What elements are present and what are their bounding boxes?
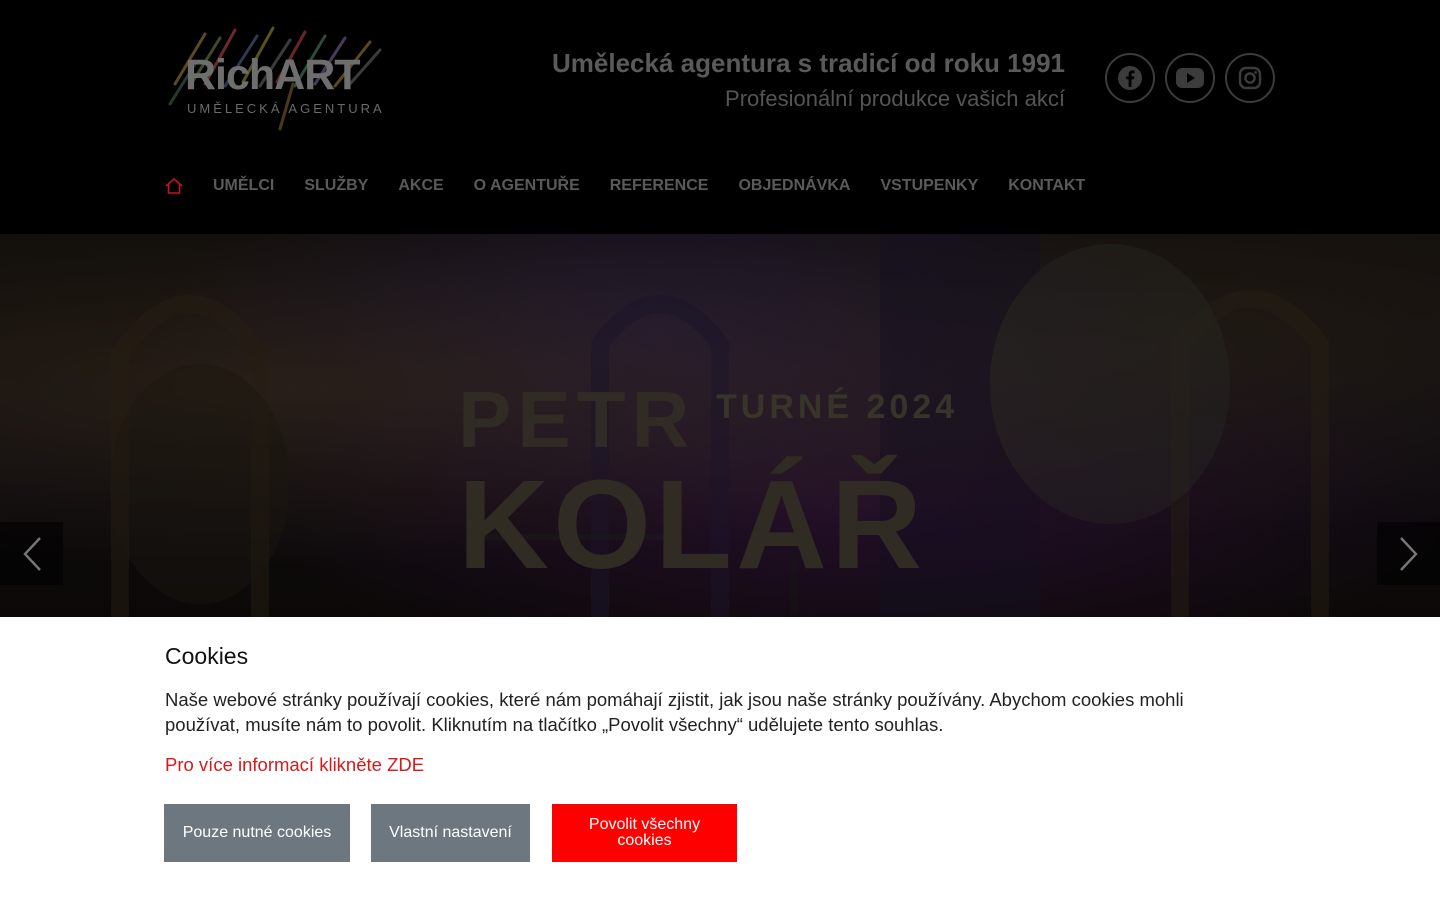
logo[interactable]: RichART UMĚLECKÁ AGENTURA [165,24,387,134]
chevron-left-icon [22,536,41,571]
slider-next-button[interactable] [1377,522,1440,585]
youtube-button[interactable] [1165,53,1215,103]
logo-wordmark: RichART [185,51,361,99]
instagram-icon [1238,66,1262,90]
instagram-button[interactable] [1225,53,1275,103]
hero-slider: PETR TURNÉ 2024 KOLÁŘ [0,234,1440,617]
youtube-icon [1176,68,1204,88]
nav-item-kontakt[interactable]: KONTAKT [1008,177,1085,195]
nav-home[interactable] [165,177,183,195]
nav-item-akce[interactable]: AKCE [398,177,443,195]
cookie-more-info-link[interactable]: Pro více informací klikněte ZDE [165,754,424,776]
cookie-consent-bar: Cookies Naše webové stránky používají co… [0,617,1440,900]
nav-item-vstupenky[interactable]: VSTUPENKY [880,177,978,195]
nav-item-reference[interactable]: REFERENCE [610,177,709,195]
tagline-sub: Profesionální produkce vašich akcí [725,86,1065,111]
facebook-button[interactable] [1105,53,1155,103]
nav-item-sluzby[interactable]: SLUŽBY [304,177,368,195]
cookie-description: Naše webové stránky používají cookies, k… [165,689,1184,735]
slider-prev-button[interactable] [0,522,63,585]
nav-item-objednavka[interactable]: OBJEDNÁVKA [738,177,850,195]
chevron-right-icon [1399,536,1418,571]
nav-item-umelci[interactable]: UMĚLCI [213,177,274,195]
necessary-cookies-button[interactable]: Pouze nutné cookies [164,804,350,862]
page: RichART UMĚLECKÁ AGENTURA Umělecká agent… [0,0,1440,900]
tagline: Umělecká agentura s tradicí od roku 1991… [552,46,1065,116]
logo-subtitle: UMĚLECKÁ AGENTURA [187,101,385,116]
facebook-icon [1118,66,1142,90]
custom-settings-button[interactable]: Vlastní nastavení [371,804,530,862]
accept-all-cookies-button[interactable]: Povolit všechny cookies [552,804,737,862]
site-header: RichART UMĚLECKÁ AGENTURA Umělecká agent… [0,0,1440,234]
cookie-title: Cookies [165,643,249,669]
nav-item-o-agenture[interactable]: O AGENTUŘE [474,177,580,195]
hero-dim-overlay [0,234,1440,617]
main-navigation: UMĚLCI SLUŽBY AKCE O AGENTUŘE REFERENCE … [165,172,1115,200]
home-icon [165,177,183,194]
tagline-main: Umělecká agentura s tradicí od roku 1991 [552,48,1065,78]
